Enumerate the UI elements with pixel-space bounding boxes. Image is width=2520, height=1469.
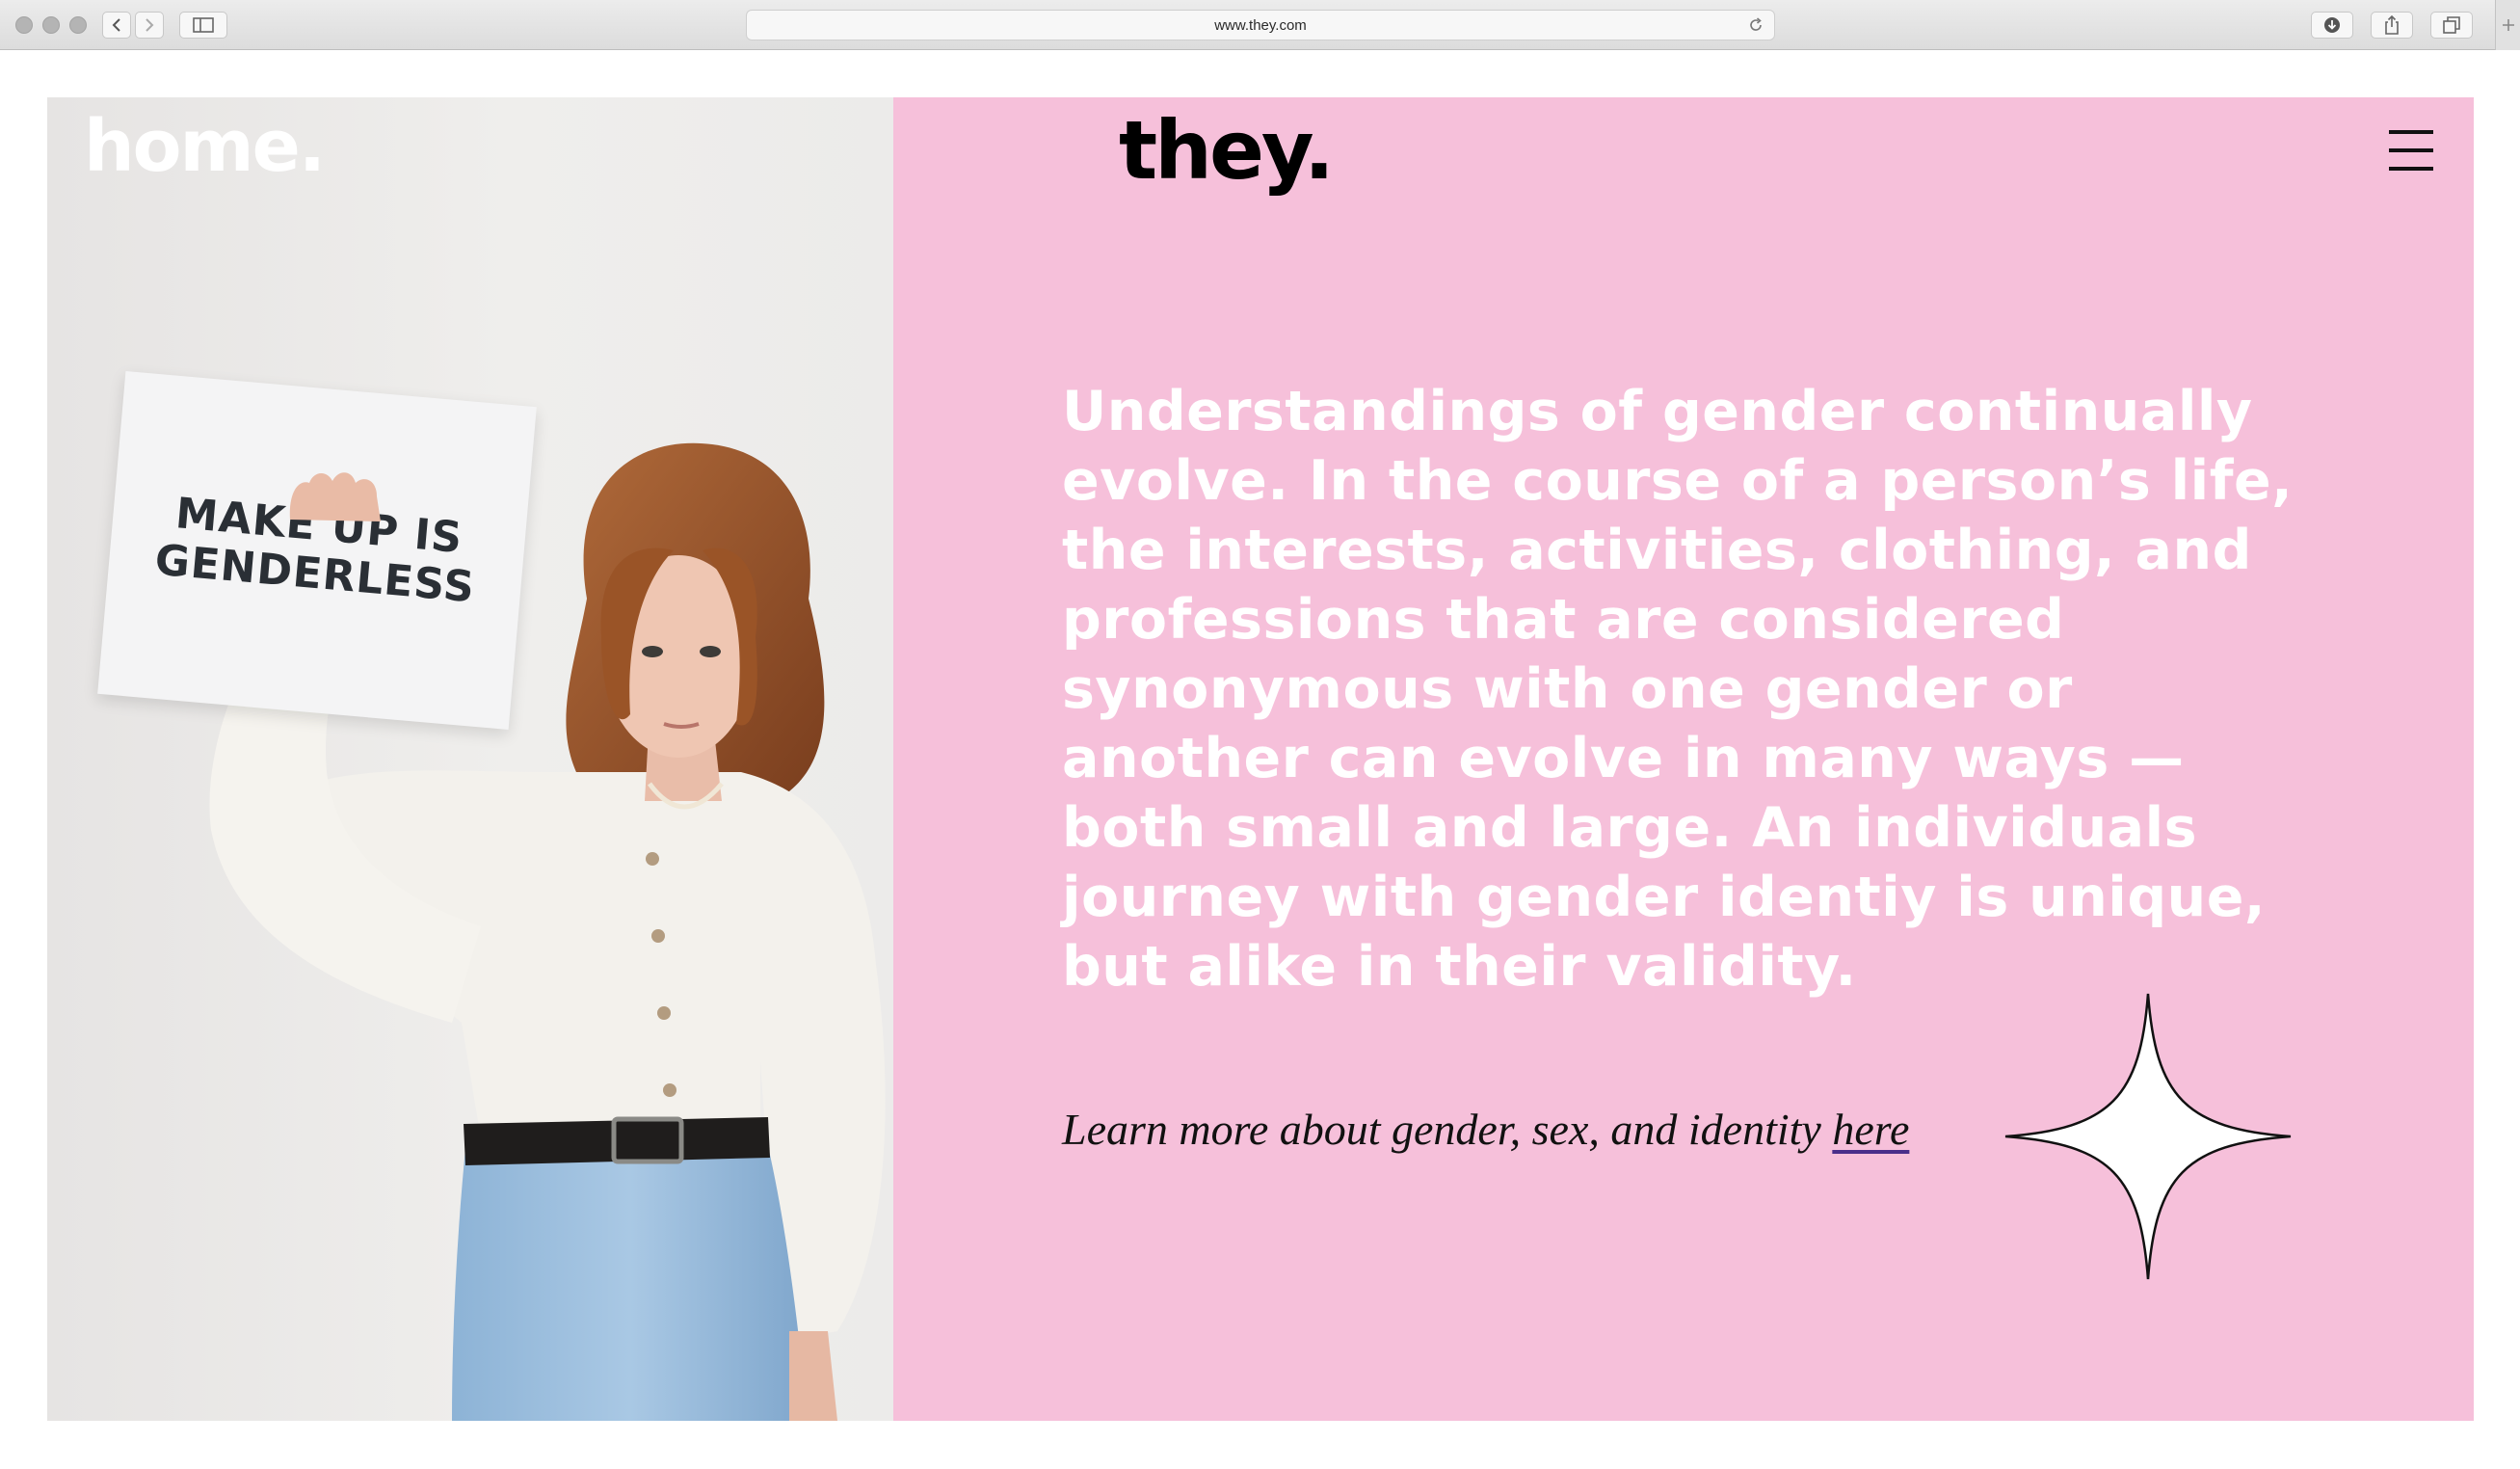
forward-button[interactable]: [135, 12, 164, 39]
sidebar-toggle-button[interactable]: [179, 12, 227, 39]
tabs-icon: [2443, 16, 2460, 34]
web-page: MAKE UP IS GENDERLESS home. they. Unders…: [47, 97, 2474, 1421]
download-icon: [2324, 17, 2340, 33]
learn-more-line: Learn more about gender, sex, and identi…: [1062, 1104, 1909, 1155]
home-link[interactable]: home.: [84, 105, 326, 188]
address-bar[interactable]: www.they.com: [746, 10, 1775, 40]
url-text: www.they.com: [1214, 16, 1307, 34]
tabs-overview-button[interactable]: [2430, 12, 2473, 39]
learn-more-link[interactable]: here: [1832, 1105, 1909, 1154]
hero-photo: MAKE UP IS GENDERLESS: [47, 97, 893, 1421]
close-window-button[interactable]: [15, 16, 33, 34]
browser-toolbar: www.they.com: [0, 0, 2520, 50]
hamburger-menu-icon[interactable]: [2389, 130, 2433, 171]
chevron-left-icon: [112, 18, 120, 32]
intro-paragraph: Understandings of gender continually evo…: [1062, 380, 2294, 999]
sparkle-star-icon: [2004, 993, 2292, 1280]
menu-line: [2389, 167, 2433, 171]
zoom-window-button[interactable]: [69, 16, 87, 34]
person-illustration: [209, 442, 886, 1421]
new-tab-button[interactable]: [2495, 0, 2520, 50]
menu-line: [2389, 148, 2433, 152]
brand-logo[interactable]: they.: [1119, 103, 1335, 198]
share-icon: [2385, 14, 2399, 35]
share-button[interactable]: [2371, 12, 2413, 39]
menu-line: [2389, 130, 2433, 134]
learn-more-text: Learn more about gender, sex, and identi…: [1062, 1105, 1821, 1154]
downloads-button[interactable]: [2311, 12, 2353, 39]
protest-sign: MAKE UP IS GENDERLESS: [97, 370, 537, 731]
minimize-window-button[interactable]: [42, 16, 60, 34]
chevron-right-icon: [146, 18, 154, 32]
fingers-illustration: [289, 472, 381, 521]
window-controls: [15, 16, 87, 34]
back-button[interactable]: [102, 12, 131, 39]
reload-icon[interactable]: [1747, 16, 1764, 38]
plus-icon: [2502, 19, 2514, 31]
sidebar-icon: [193, 17, 214, 33]
